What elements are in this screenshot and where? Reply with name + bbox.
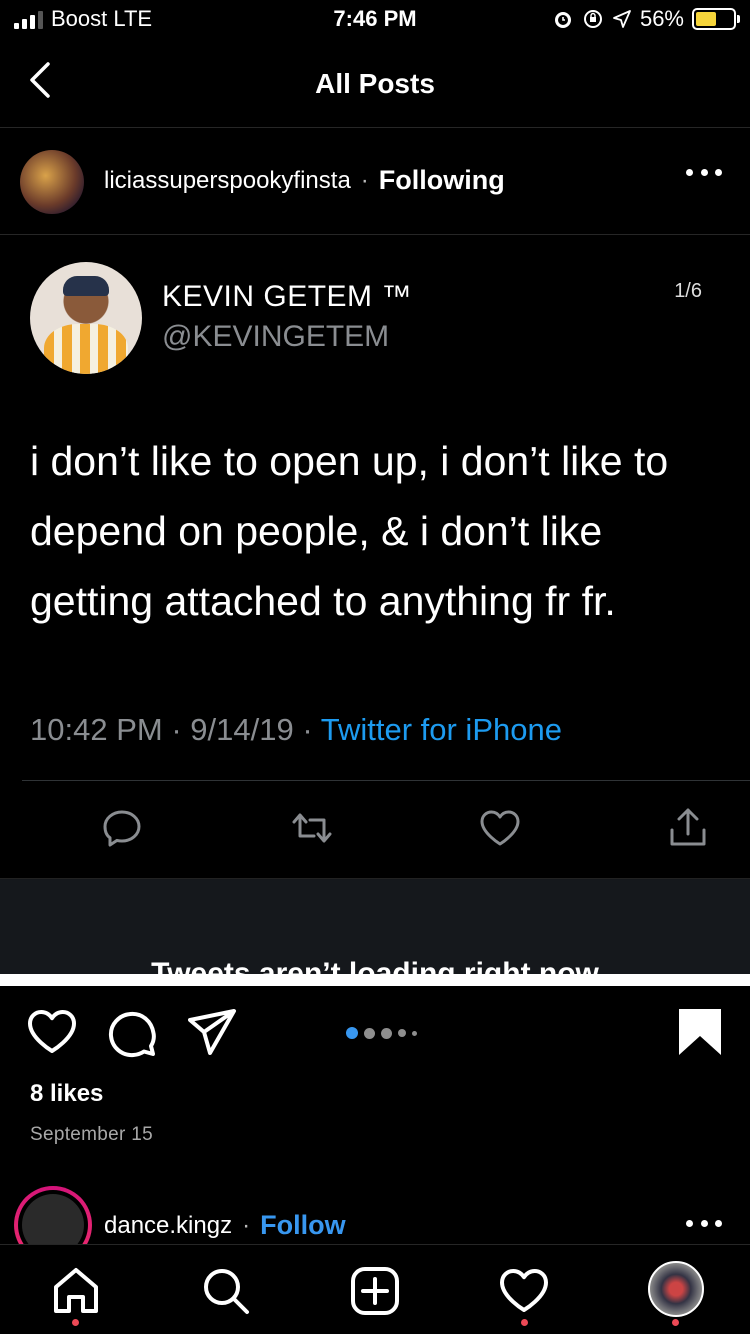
post-actions: [0, 990, 750, 1080]
pager-dot: [346, 1027, 358, 1039]
post-username[interactable]: liciassuperspookyfinsta: [104, 167, 351, 195]
send-icon[interactable]: [186, 1006, 238, 1058]
tweet-card: KEVIN GETEM ™ @KEVINGETEM 1/6 i don’t li…: [0, 236, 750, 876]
bookmark-icon[interactable]: [674, 1006, 726, 1058]
notification-dot: [521, 1319, 528, 1326]
pager-dot: [381, 1027, 392, 1039]
post-date: September 15: [30, 1124, 153, 1145]
banner-message: Tweets aren’t loading right now: [151, 957, 599, 974]
carousel-counter: 1/6: [674, 280, 702, 302]
heart-icon[interactable]: [26, 1006, 78, 1058]
tweet-display-name: KEVIN GETEM ™: [162, 280, 412, 313]
reply-icon: [103, 810, 141, 847]
share-icon: [670, 808, 706, 846]
tweet-handle: @KEVINGETEM: [162, 320, 390, 353]
orientation-lock-icon: [583, 10, 602, 28]
pager-dot: [398, 1029, 406, 1037]
more-horizontal-icon[interactable]: [686, 1220, 722, 1230]
more-horizontal-icon[interactable]: [686, 169, 722, 179]
follow-button[interactable]: Follow: [260, 1210, 345, 1241]
tweet-source: Twitter for iPhone: [320, 712, 562, 747]
comment-icon[interactable]: [106, 1006, 158, 1058]
battery-icon: [692, 8, 740, 30]
like-icon: [480, 810, 520, 846]
post-header: liciassuperspookyfinsta · Following: [0, 129, 750, 235]
notification-dot: [672, 1319, 679, 1326]
page-title: All Posts: [315, 68, 435, 99]
tweet-avatar: [30, 262, 142, 374]
retweet-icon: [292, 813, 332, 843]
likes-count[interactable]: 8 likes: [30, 1080, 103, 1108]
alarm-icon: [554, 12, 571, 28]
separator: ·: [360, 166, 369, 194]
story-ring-avatar[interactable]: [14, 1186, 92, 1244]
carousel-pager: [346, 1027, 417, 1039]
pager-dot: [412, 1030, 417, 1036]
divider: [0, 974, 750, 986]
error-banner: Tweets aren’t loading right now: [0, 878, 750, 974]
separator: ·: [302, 712, 313, 747]
pager-dot: [364, 1027, 375, 1039]
search-icon[interactable]: [200, 1265, 252, 1317]
next-post-username[interactable]: dance.kingz: [104, 1212, 232, 1240]
location-icon: [613, 10, 631, 28]
separator: ·: [242, 1211, 251, 1239]
tweet-date: 9/14/19: [190, 712, 294, 747]
next-post-header: dance.kingz · Follow: [0, 1186, 750, 1244]
profile-avatar[interactable]: [648, 1261, 704, 1317]
separator: ·: [171, 712, 182, 747]
avatar[interactable]: [20, 150, 84, 214]
home-icon[interactable]: [50, 1265, 102, 1317]
tweet-time: 10:42 PM: [30, 712, 163, 747]
status-bar: Boost LTE 7:46 PM 56%: [0, 0, 750, 40]
post-user-line: liciassuperspookyfinsta · Following: [104, 165, 505, 196]
nav-header: All Posts: [0, 40, 750, 128]
tweet-actions: [0, 796, 750, 860]
following-button[interactable]: Following: [379, 165, 505, 196]
next-post-user-line: dance.kingz · Follow: [104, 1210, 346, 1241]
notification-dot: [72, 1319, 79, 1326]
activity-icon[interactable]: [498, 1265, 550, 1317]
tab-bar: [0, 1244, 750, 1334]
tweet-meta: 10:42 PM · 9/14/19 · Twitter for iPhone: [30, 712, 562, 748]
divider: [22, 780, 750, 781]
status-icons: 56%: [552, 6, 740, 32]
battery-percent: 56%: [639, 6, 684, 31]
new-post-icon[interactable]: [349, 1265, 401, 1317]
tweet-text: i don’t like to open up, i don’t like to…: [30, 438, 669, 624]
